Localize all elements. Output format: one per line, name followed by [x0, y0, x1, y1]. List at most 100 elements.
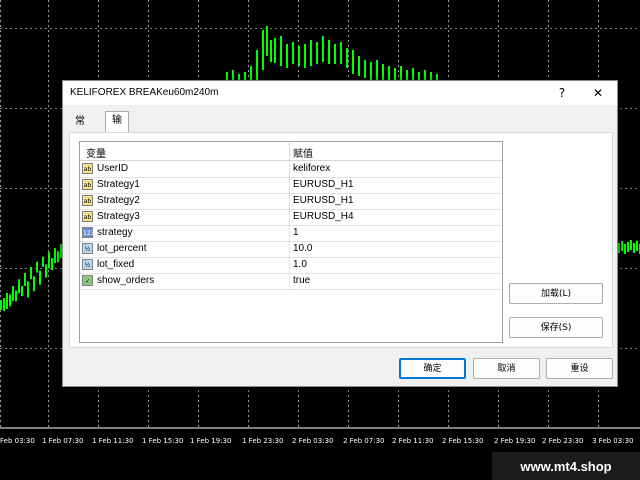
table-row[interactable]: ab Strategy1 EURUSD_H1 [80, 177, 502, 194]
candle [256, 50, 258, 80]
time-axis-label: 1 Feb 15:30 [142, 437, 184, 445]
time-axis-label: 2 Feb 03:30 [292, 437, 334, 445]
cell-separator [289, 273, 290, 289]
cell-separator [289, 225, 290, 241]
time-axis-label: 1 Feb 19:30 [190, 437, 232, 445]
candle [376, 60, 378, 80]
candle [15, 290, 17, 302]
candle [352, 50, 354, 74]
parameter-value[interactable]: 1 [293, 227, 299, 238]
candle [6, 292, 8, 309]
table-row[interactable]: ½ lot_percent 10.0 [80, 241, 502, 258]
save-button[interactable]: 保存(S) [509, 317, 603, 338]
double-type-icon: ½ [82, 259, 93, 270]
dialog-titlebar[interactable]: KELIFOREX BREAKeu60m240m ? ✕ [63, 81, 617, 105]
table-row[interactable]: ab UserID keliforex [80, 161, 502, 178]
candle [232, 70, 234, 80]
candle [292, 42, 294, 64]
tab-inputs[interactable]: 输入参数 [105, 111, 129, 180]
candle [406, 70, 408, 80]
candle [298, 46, 300, 66]
string-type-icon: ab [82, 211, 93, 222]
tab-common[interactable]: 常用 [69, 113, 91, 145]
string-type-icon: ab [82, 179, 93, 190]
candle [30, 267, 32, 280]
candle [57, 251, 59, 263]
candle [627, 242, 629, 252]
time-axis-label: 2 Feb 11:30 [392, 437, 434, 445]
candle [51, 258, 53, 271]
parameter-value[interactable]: EURUSD_H1 [293, 179, 354, 190]
time-axis-label: 3 Feb 03:30 [592, 437, 634, 445]
candle [630, 240, 632, 250]
candle [54, 248, 56, 264]
integer-type-icon: 123 [82, 227, 94, 238]
candle [370, 62, 372, 80]
time-axis-label: 2 Feb 19:30 [494, 437, 536, 445]
candle [633, 243, 635, 253]
bool-type-icon: ✓ [82, 275, 93, 286]
candle [346, 48, 348, 68]
reset-button[interactable]: 重设 [546, 358, 613, 379]
cell-separator [289, 193, 290, 209]
candle [18, 279, 20, 294]
parameter-value[interactable]: keliforex [293, 163, 330, 174]
candle [418, 72, 420, 80]
double-type-icon: ½ [82, 243, 93, 254]
cancel-button[interactable]: 取消 [473, 358, 540, 379]
candle [382, 64, 384, 80]
candle [334, 44, 336, 64]
candle [618, 243, 620, 253]
candle [394, 68, 396, 80]
candle [45, 264, 47, 278]
table-row[interactable]: 123 strategy 1 [80, 225, 502, 242]
candle [24, 272, 26, 286]
time-axis-label: 2 Feb 23:30 [542, 437, 584, 445]
load-button[interactable]: 加载(L) [509, 283, 603, 304]
close-button[interactable]: ✕ [587, 84, 609, 102]
inputs-dialog: KELIFOREX BREAKeu60m240m ? ✕ 常用 输入参数 变量 … [62, 80, 618, 387]
parameter-value[interactable]: EURUSD_H1 [293, 195, 354, 206]
candle [286, 44, 288, 68]
help-button[interactable]: ? [551, 84, 573, 102]
table-row[interactable]: ½ lot_fixed 1.0 [80, 257, 502, 274]
time-axis-label: Feb 03:30 [0, 437, 35, 445]
candle [226, 72, 228, 80]
time-axis-label: 1 Feb 23:30 [242, 437, 284, 445]
candle [270, 40, 272, 62]
candle [27, 281, 29, 298]
parameter-name: strategy [97, 227, 133, 238]
candle [262, 30, 264, 70]
parameter-value[interactable]: 1.0 [293, 259, 307, 270]
column-header-variable[interactable]: 变量 [86, 145, 106, 160]
ok-button[interactable]: 确定 [399, 358, 466, 379]
table-header: 变量 赋值 [80, 142, 502, 161]
candle [310, 40, 312, 66]
parameter-name: show_orders [97, 275, 155, 286]
candle [636, 241, 638, 251]
table-row[interactable]: ab Strategy3 EURUSD_H4 [80, 209, 502, 226]
candle [358, 56, 360, 76]
candle [621, 241, 623, 251]
table-row[interactable]: ✓ show_orders true [80, 273, 502, 290]
candle [412, 68, 414, 80]
candle [280, 36, 282, 66]
candle [42, 256, 44, 267]
table-row[interactable]: ab Strategy2 EURUSD_H1 [80, 193, 502, 210]
parameter-value[interactable]: EURUSD_H4 [293, 211, 354, 222]
candle [624, 244, 626, 254]
candle [33, 276, 35, 292]
candle [322, 36, 324, 62]
candle [39, 270, 41, 285]
cell-separator [289, 209, 290, 225]
candle [48, 252, 50, 269]
column-separator[interactable] [289, 142, 290, 160]
column-header-value[interactable]: 赋值 [293, 145, 313, 160]
candle [266, 26, 268, 56]
parameter-value[interactable]: 10.0 [293, 243, 312, 254]
candle [304, 44, 306, 68]
string-type-icon: ab [82, 163, 93, 174]
cell-separator [289, 241, 290, 257]
candle [9, 294, 11, 307]
parameter-value[interactable]: true [293, 275, 310, 286]
